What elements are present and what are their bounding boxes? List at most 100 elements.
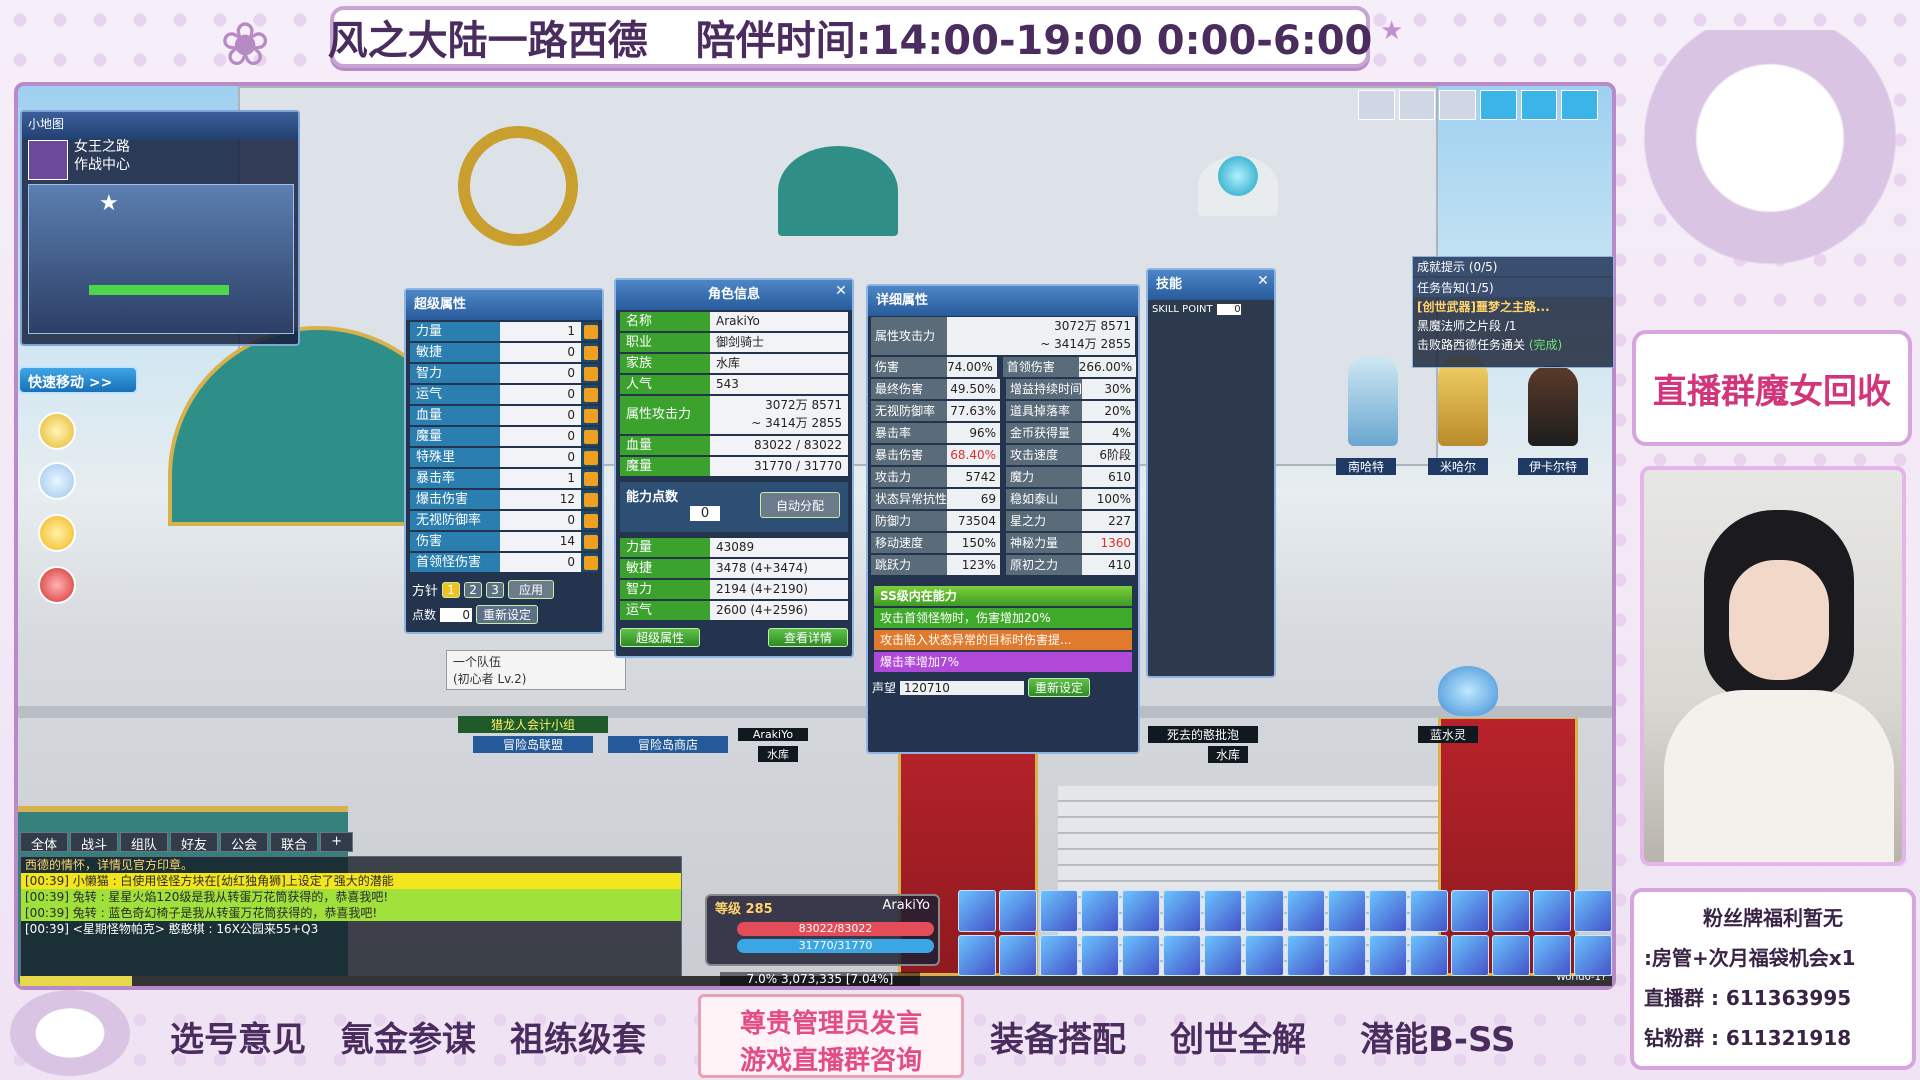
plus-icon[interactable]: [584, 387, 598, 402]
policy-page-2[interactable]: 2: [464, 581, 483, 598]
skill-slot-icon[interactable]: [1245, 934, 1284, 976]
lightbulb-icon[interactable]: [38, 412, 76, 450]
skill-slot-icon[interactable]: [1163, 890, 1202, 932]
plus-icon[interactable]: [584, 513, 598, 528]
nav-item[interactable]: 祖练级套: [510, 1012, 646, 1061]
skill-slot-icon[interactable]: [1122, 890, 1161, 932]
skill-slot-icon[interactable]: [999, 890, 1038, 932]
plus-icon[interactable]: [584, 408, 598, 423]
skill-slot-icon[interactable]: [1409, 890, 1448, 932]
skill-window[interactable]: 技能 SKILL POINT 0 ✕: [1146, 268, 1276, 678]
skill-hotbar[interactable]: [958, 890, 1612, 976]
auto-assign-button[interactable]: 自动分配: [760, 492, 840, 518]
skill-slot-icon[interactable]: [1327, 934, 1366, 976]
detail-stat-value: 4%: [1082, 423, 1135, 443]
plus-icon[interactable]: [584, 534, 598, 549]
skill-slot-icon[interactable]: [958, 890, 997, 932]
super-stat-label: 特殊里: [410, 448, 500, 467]
plus-icon[interactable]: [584, 471, 598, 486]
skill-slot-icon[interactable]: [1081, 934, 1120, 976]
view-details-button[interactable]: 查看详情: [768, 628, 848, 647]
chat-tab[interactable]: 战斗: [70, 832, 119, 853]
other-player-guild: 水库: [1208, 746, 1248, 763]
chat-tab[interactable]: 全体: [20, 832, 69, 853]
skill-slot-icon[interactable]: [1204, 890, 1243, 932]
lightbulb-icon[interactable]: [38, 462, 76, 500]
buff-icon: [1561, 90, 1599, 120]
skill-slot-icon[interactable]: [1040, 890, 1079, 932]
plus-icon[interactable]: [584, 450, 598, 465]
minimap-view[interactable]: ★: [28, 184, 294, 334]
detail-stats-window[interactable]: 详细属性 属性攻击力 3072万 8571 ~ 3414万 2855 伤害 74.0…: [866, 284, 1140, 754]
skill-slot-icon[interactable]: [1450, 890, 1489, 932]
ability-value: 2194 (4+2190): [710, 580, 848, 599]
reset-button[interactable]: 重新设定: [476, 605, 539, 624]
skill-slot-icon[interactable]: [1163, 934, 1202, 976]
plus-icon[interactable]: [584, 345, 598, 360]
nav-item[interactable]: 装备搭配: [990, 1012, 1126, 1061]
skill-slot-icon[interactable]: [1286, 934, 1325, 976]
reset-button[interactable]: 重新设定: [1028, 678, 1091, 697]
plus-icon[interactable]: [584, 555, 598, 570]
detail-row: 防御力 73504 星之力 227: [868, 510, 1138, 532]
nav-item[interactable]: 氪金参谋: [340, 1012, 476, 1061]
super-stat-value: 0: [500, 343, 581, 362]
skill-slot-icon[interactable]: [1491, 934, 1530, 976]
plus-icon[interactable]: [584, 366, 598, 381]
skill-slot-icon[interactable]: [1409, 934, 1448, 976]
nav-item[interactable]: 创世全解: [1170, 1012, 1306, 1061]
event-icon[interactable]: [38, 566, 76, 604]
plus-icon[interactable]: [584, 492, 598, 507]
policy-page-1[interactable]: 1: [442, 581, 461, 598]
plus-icon[interactable]: [584, 429, 598, 444]
star-event-icon[interactable]: [38, 514, 76, 552]
skill-slot-icon[interactable]: [1368, 934, 1407, 976]
detail-stat: 最终伤害 49.50%: [871, 379, 1000, 399]
chat-window[interactable]: 西德的情怀，详情见官方印章。 [00:39] 小懒猫 : 白使用怪怪方块在[幼红独…: [20, 856, 682, 980]
minimap[interactable]: 小地图 女王之路 作战中心 ★: [20, 110, 300, 346]
skill-slot-icon[interactable]: [1532, 890, 1571, 932]
skill-slot-icon[interactable]: [1450, 934, 1489, 976]
super-stats-button[interactable]: 超级属性: [620, 628, 700, 647]
chat-message: [00:39] 兔转 : 星星火焰120级是我从转蛋万花筒获得的，恭喜我吧!: [21, 889, 681, 905]
npc-sprite[interactable]: [1528, 366, 1578, 446]
chat-tab[interactable]: +: [320, 832, 353, 852]
skill-slot-icon[interactable]: [1245, 890, 1284, 932]
chat-tab[interactable]: 组队: [120, 832, 169, 853]
chat-tabs[interactable]: 全体 战斗 组队 好友 公会 联合 +: [20, 832, 440, 853]
plus-icon[interactable]: [584, 324, 598, 339]
skill-slot-icon[interactable]: [1286, 890, 1325, 932]
chat-tab[interactable]: 好友: [170, 832, 219, 853]
skill-slot-icon[interactable]: [1491, 890, 1530, 932]
skill-slot-icon[interactable]: [1573, 934, 1612, 976]
nav-item[interactable]: 潜能B-SS: [1360, 1012, 1515, 1061]
character-info-window[interactable]: 角色信息 ✕ 名称 ArakiYo 职业 御剑骑士 家族 水库 人气 543 属性攻击力 30…: [614, 278, 854, 658]
skill-slot-icon[interactable]: [999, 934, 1038, 976]
buff-icon: [1439, 90, 1477, 120]
quest-tracker[interactable]: 成就提示 (0/5) 任务告知(1/5) [创世武器]噩梦之主路... 黑魔法师…: [1412, 256, 1614, 368]
policy-page-3[interactable]: 3: [486, 581, 505, 598]
super-stat-row: 力量 1: [410, 322, 598, 341]
skill-slot-icon[interactable]: [1573, 890, 1612, 932]
skill-slot-icon[interactable]: [1040, 934, 1079, 976]
chat-tab[interactable]: 联合: [270, 832, 319, 853]
skill-slot-icon[interactable]: [1081, 890, 1120, 932]
skill-slot-icon[interactable]: [1532, 934, 1571, 976]
apply-button[interactable]: 应用: [508, 580, 555, 599]
super-stats-window[interactable]: 超级属性 力量 1 敏捷 0 智力 0 运气 0 血量 0 魔量 0 特殊里 0 暴击率 1 爆击伤害 12 无视防…: [404, 288, 604, 634]
skill-slot-icon[interactable]: [1368, 890, 1407, 932]
nav-item[interactable]: 选号意见: [170, 1012, 306, 1061]
chat-message: [00:39] 小懒猫 : 白使用怪怪方块在[幼红独角狮]上设定了强大的潜能: [21, 873, 681, 889]
close-icon[interactable]: ✕: [1256, 274, 1270, 288]
skill-slot-icon[interactable]: [1327, 890, 1366, 932]
player-name: ArakiYo: [738, 728, 808, 741]
npc-sprite[interactable]: [1348, 356, 1398, 446]
close-icon[interactable]: ✕: [834, 284, 848, 298]
quick-move-button[interactable]: 快速移动 >>: [18, 366, 138, 394]
npc-sprite[interactable]: [1438, 356, 1488, 446]
skill-slot-icon[interactable]: [1122, 934, 1161, 976]
skill-slot-icon[interactable]: [958, 934, 997, 976]
chat-tab[interactable]: 公会: [220, 832, 269, 853]
skill-slot-icon[interactable]: [1204, 934, 1243, 976]
detail-stat-value: 30%: [1082, 379, 1135, 399]
